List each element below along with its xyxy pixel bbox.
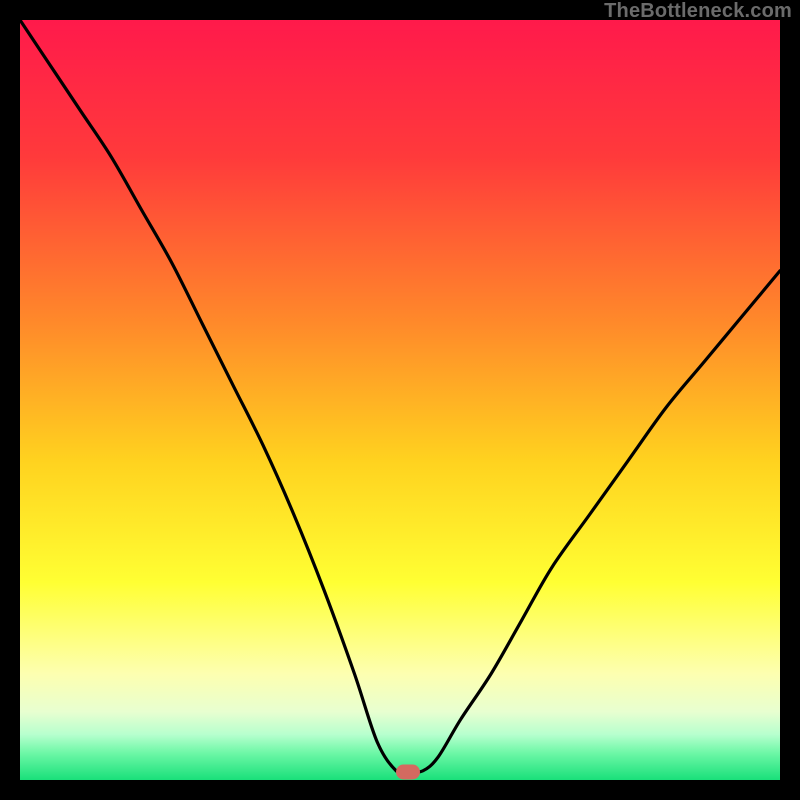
plot-area	[20, 20, 780, 780]
bottleneck-curve	[20, 20, 780, 774]
optimal-point-marker	[396, 765, 420, 780]
chart-frame: TheBottleneck.com	[0, 0, 800, 800]
curve-layer	[20, 20, 780, 780]
